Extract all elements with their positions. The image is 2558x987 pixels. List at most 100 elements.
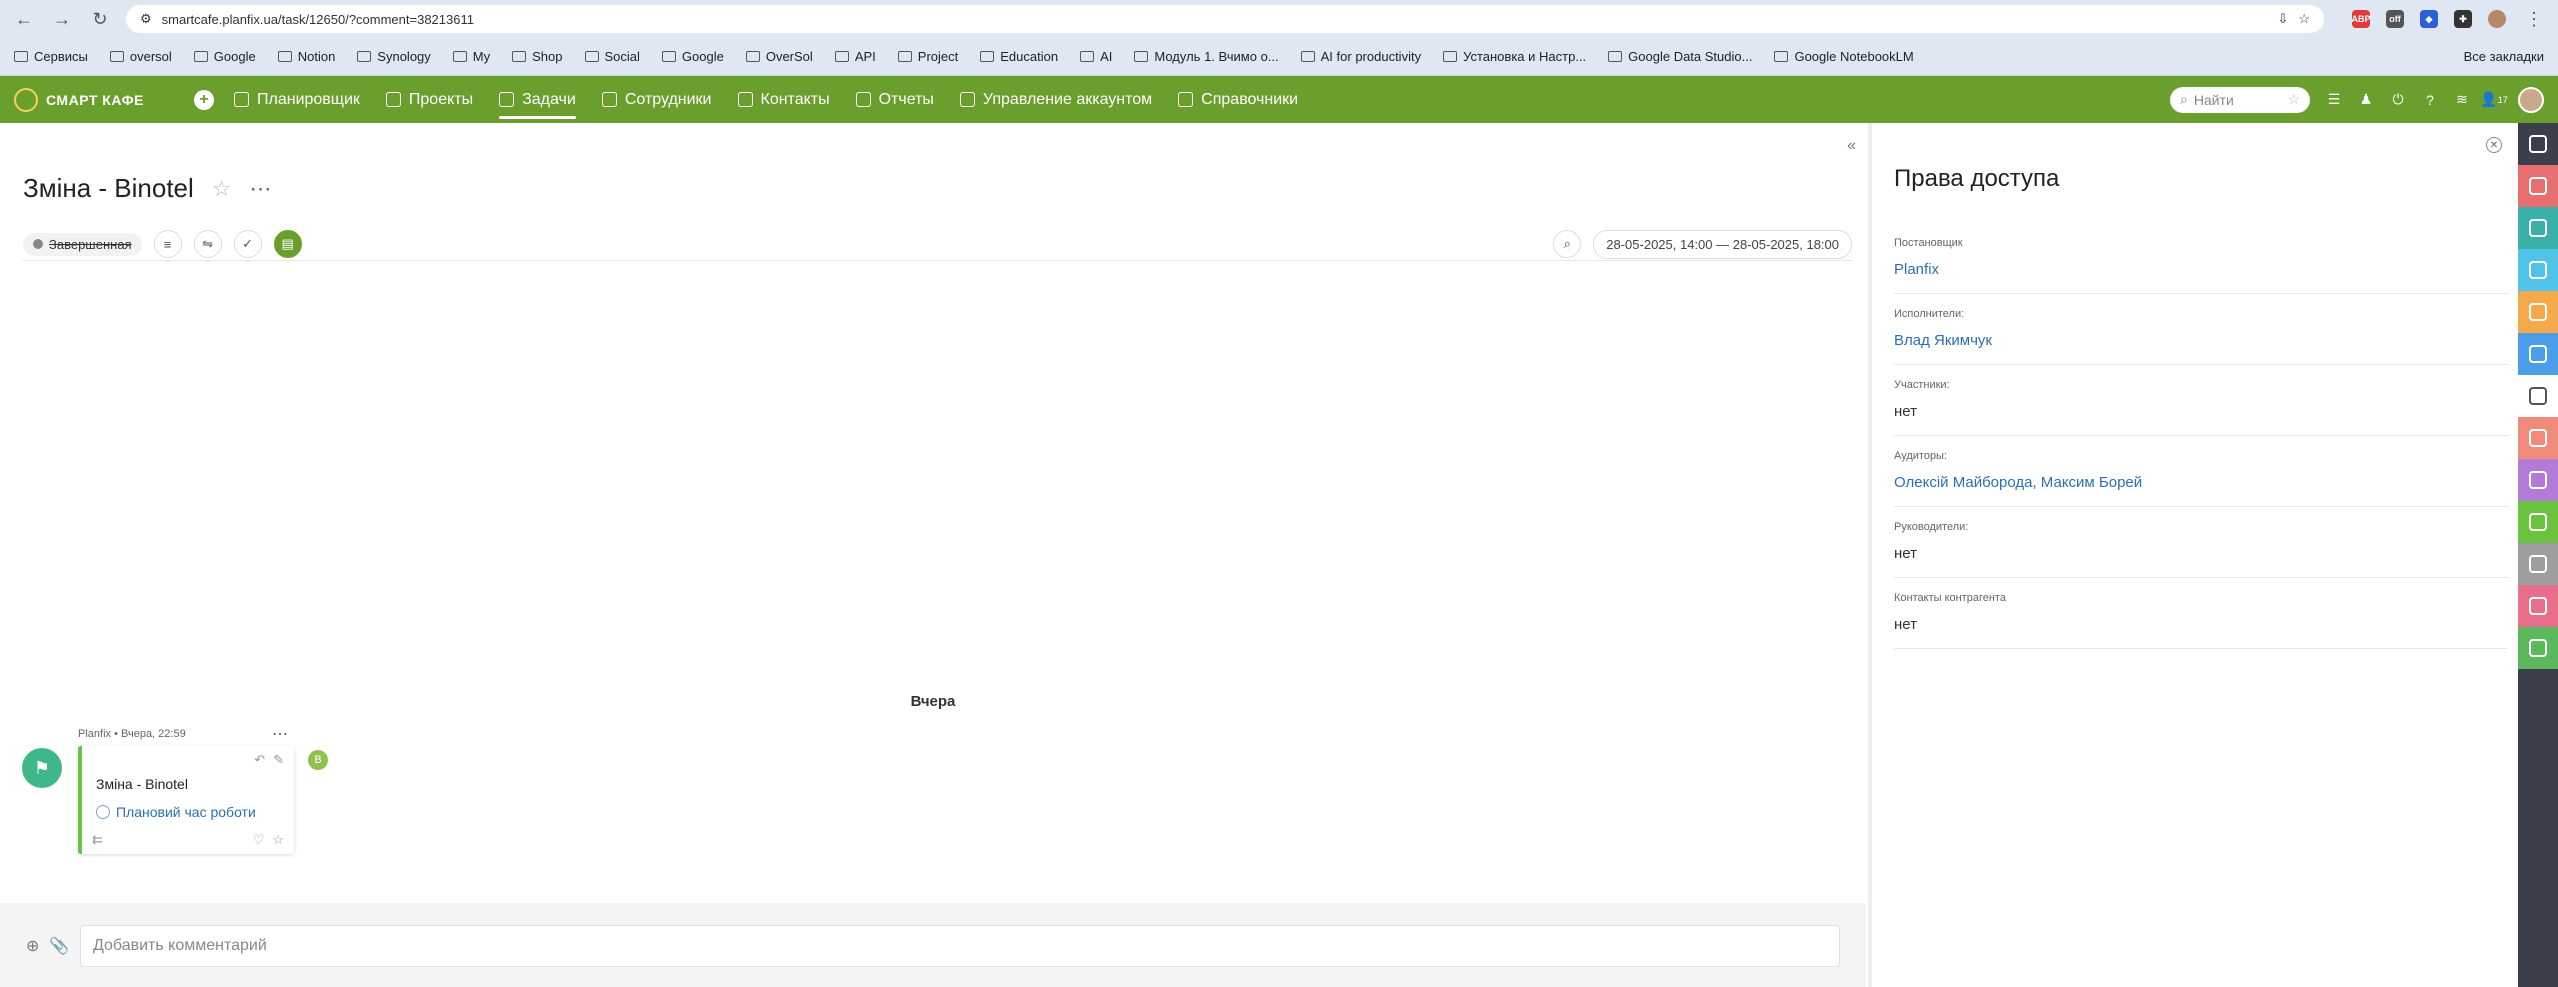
flag-icon: ⚑: [22, 748, 62, 788]
comment-input[interactable]: Добавить комментарий: [80, 925, 1840, 967]
bookmark-item[interactable]: Установка и Настр...: [1443, 49, 1586, 64]
menu-item-icon: [1178, 92, 1194, 107]
side-tool-button[interactable]: [2518, 375, 2558, 417]
comments-icon[interactable]: ▤: [273, 230, 302, 258]
bookmark-item[interactable]: Education: [980, 49, 1058, 64]
bookmark-item[interactable]: AI: [1080, 49, 1112, 64]
bookmark-item[interactable]: Сервисы: [14, 49, 88, 64]
bookmark-item[interactable]: Shop: [512, 49, 563, 64]
rights-value[interactable]: Planfix: [1894, 261, 2508, 278]
comment-star-icon[interactable]: ☆: [272, 832, 284, 848]
more-icon[interactable]: ⋯: [250, 176, 272, 202]
menu-item[interactable]: Контакты: [737, 76, 830, 123]
bookmark-item[interactable]: Notion: [277, 49, 335, 64]
menu-item[interactable]: Задачи: [499, 76, 576, 123]
menu-item[interactable]: Управление аккаунтом: [959, 76, 1152, 123]
user-icon[interactable]: ♟: [2358, 91, 2374, 108]
add-button[interactable]: +: [194, 89, 214, 110]
rights-value[interactable]: Влад Якимчук: [1894, 332, 2508, 349]
bookmark-star-icon[interactable]: ☆: [2298, 11, 2310, 27]
bookmark-item[interactable]: Synology: [357, 49, 431, 64]
side-tool-button[interactable]: [2518, 207, 2558, 249]
forward-comment-icon[interactable]: ⇇: [92, 832, 103, 848]
side-tool-button[interactable]: [2518, 501, 2558, 543]
menu-item[interactable]: Отчеты: [855, 76, 934, 123]
like-icon[interactable]: ♡: [253, 832, 265, 848]
address-bar[interactable]: ⚙ smartcafe.planfix.ua/task/12650/?comme…: [126, 5, 2324, 33]
extensions-icon[interactable]: ✚: [2454, 10, 2472, 28]
side-tool-button[interactable]: [2518, 417, 2558, 459]
bookmark-item[interactable]: AI for productivity: [1300, 49, 1421, 64]
comment-meta: Planfix • Вчера, 22:59: [78, 728, 186, 740]
bookmark-item[interactable]: My: [452, 49, 490, 64]
rights-value[interactable]: Олексій Майборода, Максим Борей: [1894, 474, 2508, 491]
layers-icon[interactable]: ≋: [2454, 91, 2470, 108]
close-icon[interactable]: ✕: [2486, 137, 2502, 153]
back-icon[interactable]: ←: [12, 7, 36, 31]
checklist-icon[interactable]: ✓: [233, 230, 262, 258]
side-tool-button[interactable]: [2518, 249, 2558, 291]
attach-icon[interactable]: 📎: [49, 936, 69, 956]
avatar[interactable]: [2518, 86, 2544, 113]
comment-link[interactable]: Плановий час роботи: [96, 804, 256, 820]
search-input[interactable]: ⌕ Найти ☆: [2170, 86, 2310, 113]
reload-icon[interactable]: ↻: [88, 7, 112, 31]
account-icon[interactable]: 👤 17: [2480, 91, 2507, 108]
date-range[interactable]: 28-05-2025, 14:00 — 28-05-2025, 18:00: [1593, 229, 1852, 259]
install-icon[interactable]: ⇩: [2277, 11, 2288, 27]
menu-item[interactable]: Сотрудники: [601, 76, 712, 123]
site-info-icon[interactable]: ⚙: [140, 11, 152, 27]
menu-item[interactable]: Справочники: [1178, 76, 1298, 123]
favorite-icon[interactable]: ☆: [2287, 91, 2300, 108]
side-tool-button[interactable]: [2518, 123, 2558, 165]
bookmark-item[interactable]: oversol: [109, 49, 172, 64]
bookmark-item[interactable]: Google Data Studio...: [1608, 49, 1752, 64]
app-logo[interactable]: СМАРТ КАФЕ: [14, 87, 194, 112]
access-rights-panel: ✕ Права доступа Постановщик Planfix Исполн…: [1868, 123, 2518, 987]
status-badge[interactable]: Завершенная: [23, 232, 142, 256]
star-icon[interactable]: ☆: [212, 176, 232, 202]
comment-more-icon[interactable]: ⋯: [272, 724, 288, 744]
side-tool-button[interactable]: [2518, 459, 2558, 501]
bookmark-item[interactable]: Project: [897, 49, 958, 64]
menu-item-label: Контакты: [760, 90, 830, 108]
edit-icon[interactable]: ✎: [273, 752, 284, 768]
search-comments-icon[interactable]: ⌕: [1553, 230, 1582, 258]
comment-author[interactable]: Planfix: [78, 728, 111, 740]
description-icon[interactable]: ≡: [153, 230, 182, 258]
logo-text: СМАРТ КАФЕ: [46, 91, 144, 108]
menu-item[interactable]: Планировщик: [234, 76, 360, 123]
bookmark-label: Модуль 1. Вчимо о...: [1154, 49, 1279, 64]
side-tool-button[interactable]: [2518, 627, 2558, 669]
all-bookmarks[interactable]: Все закладки: [2464, 49, 2544, 64]
side-tool-button[interactable]: [2518, 333, 2558, 375]
menu-item-label: Проекты: [408, 90, 474, 108]
menu-icon[interactable]: ☰: [2326, 91, 2342, 108]
browser-menu-icon[interactable]: ⋮: [2522, 7, 2546, 31]
side-tool-button[interactable]: [2518, 585, 2558, 627]
side-tool-button[interactable]: [2518, 165, 2558, 207]
extension-off-icon[interactable]: off: [2386, 10, 2404, 28]
bookmark-item[interactable]: Social: [584, 49, 640, 64]
forward-icon[interactable]: →: [50, 7, 74, 31]
add-circle-icon[interactable]: ⊕: [26, 936, 39, 956]
bookmark-item[interactable]: Google: [661, 49, 724, 64]
signpost-icon[interactable]: ⇋: [193, 230, 222, 258]
power-icon[interactable]: ⏻: [2390, 91, 2406, 108]
side-tool-button[interactable]: [2518, 543, 2558, 585]
bookmark-item[interactable]: Google: [193, 49, 256, 64]
bookmark-item[interactable]: Модуль 1. Вчимо о...: [1134, 49, 1279, 64]
side-tool-button[interactable]: [2518, 291, 2558, 333]
shield-icon[interactable]: ◆: [2420, 10, 2438, 28]
reply-icon[interactable]: ↶: [254, 752, 265, 768]
menu-item[interactable]: Проекты: [385, 76, 474, 123]
collapse-icon[interactable]: «: [1847, 137, 1856, 155]
bookmark-item[interactable]: OverSol: [745, 49, 813, 64]
help-icon[interactable]: ?: [2422, 92, 2438, 108]
adblock-icon[interactable]: ABP: [2352, 10, 2371, 28]
folder-icon: [745, 51, 760, 62]
profile-avatar[interactable]: [2488, 10, 2506, 28]
bookmark-item[interactable]: API: [834, 49, 876, 64]
bookmark-item[interactable]: Google NotebookLM: [1774, 49, 1914, 64]
bookmark-label: Google Data Studio...: [1628, 49, 1753, 64]
